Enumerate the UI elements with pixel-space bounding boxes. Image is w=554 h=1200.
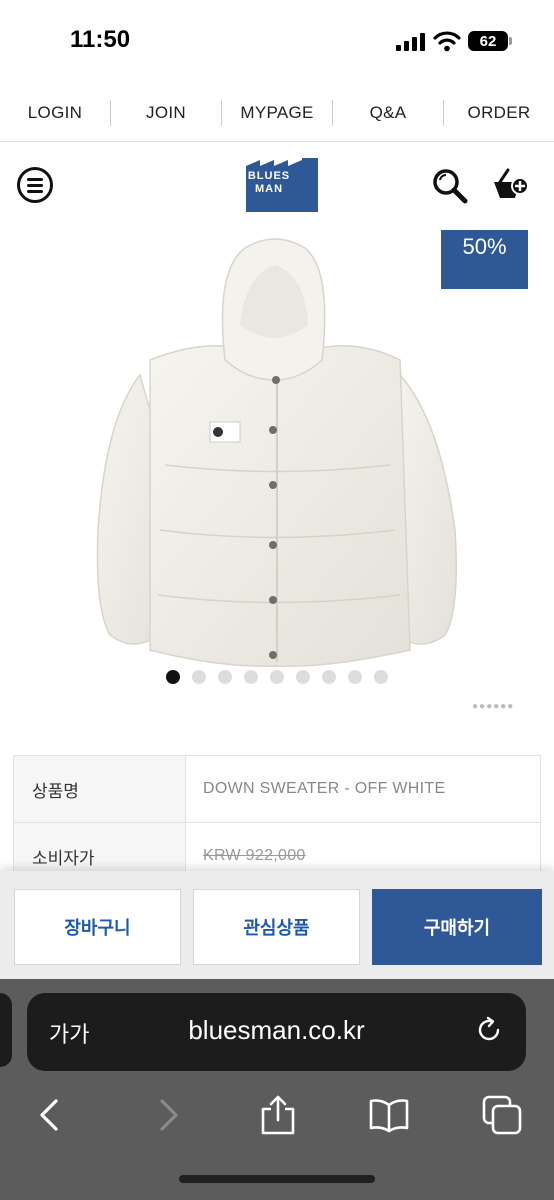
pager-dot[interactable] — [374, 670, 388, 684]
browser-chrome: 가가 bluesman.co.kr — [0, 979, 554, 1200]
chevron-left-icon[interactable] — [28, 1093, 72, 1137]
more-indicator-icon: ●●●●●● — [472, 701, 515, 712]
product-name-value: DOWN SWEATER - OFF WHITE — [203, 780, 446, 797]
pager-dot[interactable] — [296, 670, 310, 684]
product-name-label: 상품명 — [14, 756, 186, 822]
battery-cap — [509, 37, 512, 45]
buy-now-button[interactable]: 구매하기 — [372, 889, 542, 965]
home-indicator[interactable] — [179, 1175, 375, 1183]
previous-tab-edge[interactable] — [0, 993, 12, 1067]
nav-join-link[interactable]: JOIN — [111, 103, 221, 123]
address-bar[interactable]: 가가 bluesman.co.kr — [27, 993, 526, 1071]
pager-dot[interactable] — [192, 670, 206, 684]
table-row: 상품명 DOWN SWEATER - OFF WHITE — [14, 756, 540, 823]
pager-dot[interactable] — [322, 670, 336, 684]
book-icon[interactable] — [367, 1093, 411, 1137]
brand-logo[interactable]: BLUES MAN — [246, 158, 318, 212]
nav-mypage-link[interactable]: MYPAGE — [222, 103, 332, 123]
status-time: 11:50 — [70, 26, 131, 53]
pager-dot[interactable] — [348, 670, 362, 684]
add-to-cart-button[interactable]: 장바구니 — [14, 889, 181, 965]
search-icon[interactable] — [430, 166, 470, 206]
site-header: BLUES MAN — [0, 146, 554, 228]
cart-add-icon[interactable] — [490, 166, 530, 206]
pager-dot[interactable] — [270, 670, 284, 684]
wishlist-button[interactable]: 관심상품 — [193, 889, 360, 965]
browser-toolbar — [0, 1087, 554, 1147]
status-bar: 11:50 62 — [0, 0, 554, 82]
share-icon[interactable] — [256, 1093, 300, 1137]
discount-badge: 50% — [441, 230, 528, 289]
reload-icon[interactable] — [474, 1015, 504, 1045]
menu-icon[interactable] — [17, 167, 53, 203]
cellular-signal-icon — [396, 33, 425, 51]
wifi-icon — [433, 31, 461, 52]
image-pager[interactable] — [166, 670, 388, 684]
pager-dot[interactable] — [244, 670, 258, 684]
battery-icon: 62 — [468, 31, 508, 51]
logo-line-2: MAN — [254, 183, 284, 195]
logo-text: BLUES MAN — [246, 170, 292, 196]
purchase-bar: 장바구니 관심상품 구매하기 — [0, 871, 554, 979]
product-image[interactable] — [0, 230, 554, 670]
nav-login-link[interactable]: LOGIN — [0, 103, 110, 123]
nav-qna-link[interactable]: Q&A — [333, 103, 443, 123]
pager-dot[interactable] — [166, 670, 180, 684]
chevron-right-icon[interactable] — [146, 1093, 190, 1137]
logo-line-1: BLUES — [247, 170, 291, 182]
url-field[interactable]: bluesman.co.kr — [27, 1015, 526, 1046]
pager-dot[interactable] — [218, 670, 232, 684]
nav-order-link[interactable]: ORDER — [444, 103, 554, 123]
battery-level: 62 — [479, 32, 497, 50]
top-nav: LOGIN JOIN MYPAGE Q&A ORDER — [0, 84, 554, 142]
tabs-icon[interactable] — [480, 1093, 524, 1137]
